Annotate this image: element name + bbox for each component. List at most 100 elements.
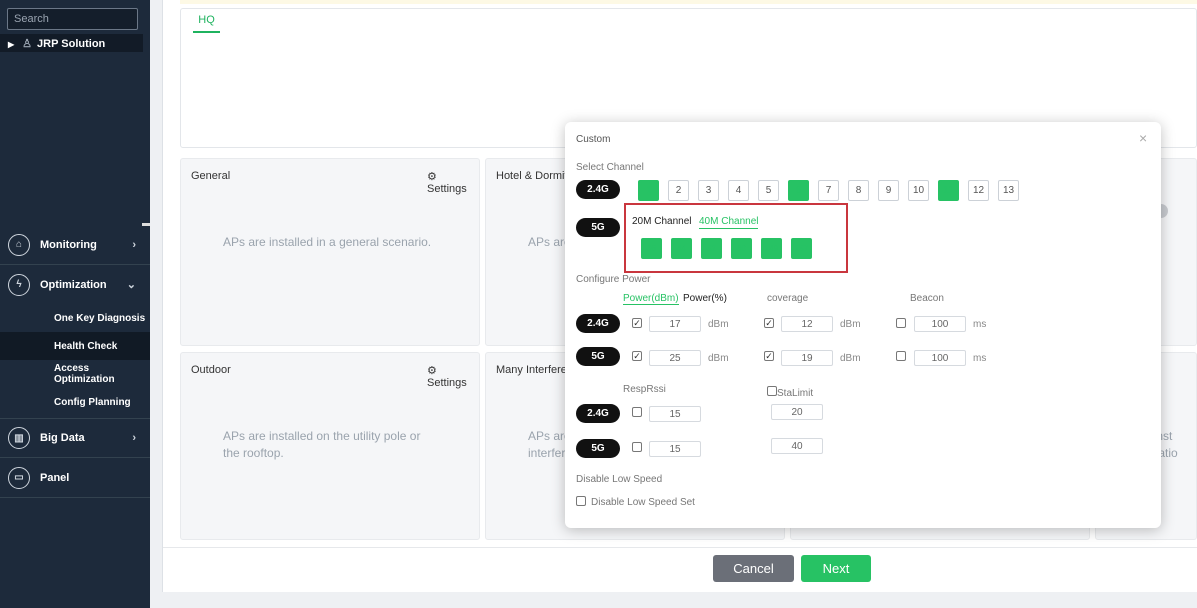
disable-low-speed-label: Disable Low Speed: [576, 474, 663, 485]
band-24g-badge: 2.4G: [576, 180, 620, 199]
channel-5g-157[interactable]: 157: [791, 238, 812, 259]
beacon-checkbox-24g[interactable]: [896, 318, 906, 328]
configure-power-label: Configure Power: [576, 274, 651, 285]
power-checkbox-5g[interactable]: ✓: [632, 351, 642, 361]
tree-label: JRP Solution: [37, 38, 106, 50]
nav-big-data[interactable]: ▥ Big Data ›: [0, 418, 150, 458]
next-button[interactable]: Next: [801, 555, 871, 582]
coverage-checkbox-24g[interactable]: ✓: [764, 318, 774, 328]
card-description: APs are installed on the utility pole or…: [223, 429, 421, 460]
nav-monitoring[interactable]: ⌂ Monitoring ›: [0, 225, 150, 265]
lightning-icon: ϟ: [8, 273, 30, 296]
power-input-24g[interactable]: 17: [649, 316, 701, 332]
chevron-right-icon: ›: [132, 432, 136, 444]
power-input-5g[interactable]: 25: [649, 350, 701, 366]
sta-limit-label: StaLimit: [777, 388, 814, 399]
home-icon: ⌂: [8, 233, 30, 256]
tree-item-jrp-solution[interactable]: ▶ ♙ JRP Solution: [0, 34, 143, 52]
sta-limit-input-24g[interactable]: 20: [771, 404, 823, 420]
band-5g-badge: 5G: [576, 347, 620, 366]
channel-5g-36[interactable]: 36: [641, 238, 662, 259]
custom-dialog: Custom × Select Channel 2.4G 1 2 3 4 5 6 7 8 9 10…: [565, 122, 1161, 528]
tab-hq[interactable]: HQ: [193, 14, 220, 33]
disable-low-speed-checkbox[interactable]: [576, 496, 586, 506]
sub-config-planning[interactable]: Config Planning: [0, 388, 150, 416]
coverage-input-24g[interactable]: 12: [781, 316, 833, 332]
channel-24g-5[interactable]: 5: [758, 180, 779, 201]
cancel-button[interactable]: Cancel: [713, 555, 794, 582]
channel-24g-1[interactable]: 1: [638, 180, 659, 201]
channel-24g-9[interactable]: 9: [878, 180, 899, 201]
channel-5g-149[interactable]: 149: [761, 238, 782, 259]
channel-5g-60[interactable]: 60: [731, 238, 752, 259]
coverage-input-5g[interactable]: 19: [781, 350, 833, 366]
channel-24g-8[interactable]: 8: [848, 180, 869, 201]
rssi-input-5g[interactable]: 15: [649, 441, 701, 457]
unit-dbm: dBm: [708, 353, 729, 364]
rssi-input-24g[interactable]: 15: [649, 406, 701, 422]
search-input[interactable]: Search: [7, 8, 138, 30]
chevron-down-icon: ⌄: [126, 279, 136, 291]
nav-optimization[interactable]: ϟ Optimization ⌄: [0, 265, 150, 305]
caret-right-icon[interactable]: ▶: [8, 40, 14, 49]
band-24g-badge: 2.4G: [576, 314, 620, 333]
sub-access-optimization[interactable]: Access Optimization: [0, 360, 150, 388]
close-icon[interactable]: ×: [1139, 130, 1147, 146]
dialog-title: Custom: [576, 134, 611, 145]
beacon-checkbox-5g[interactable]: [896, 351, 906, 361]
channel-list-24g: 1 2 3 4 5 6 7 8 9 10 11 12 13: [638, 180, 1019, 201]
chart-icon: ▥: [8, 427, 30, 449]
channel-24g-12[interactable]: 12: [968, 180, 989, 201]
sub-one-key-diagnosis[interactable]: One Key Diagnosis: [0, 304, 150, 332]
unit-dbm: dBm: [708, 319, 729, 330]
beacon-input-24g[interactable]: 100: [914, 316, 966, 332]
card-description: APs are installed in a general scenario.: [223, 235, 432, 249]
tab-40m-channel[interactable]: 40M Channel: [699, 216, 759, 229]
chevron-right-icon: ›: [132, 238, 136, 251]
channel-5g-44[interactable]: 44: [671, 238, 692, 259]
channel-24g-6[interactable]: 6: [788, 180, 809, 201]
channel-list-5g: 36 44 52 60 149 157: [641, 238, 812, 259]
coverage-checkbox-5g[interactable]: ✓: [764, 351, 774, 361]
band-5g-badge: 5G: [576, 439, 620, 458]
nav-panel[interactable]: ▭ Panel: [0, 458, 150, 498]
gear-icon: ⚙: [427, 171, 437, 183]
rssi-checkbox-5g[interactable]: [632, 442, 642, 452]
sta-limit-checkbox[interactable]: [767, 386, 777, 396]
tab-20m-channel[interactable]: 20M Channel: [632, 216, 691, 227]
nav-label: Monitoring: [40, 238, 97, 251]
beacon-input-5g[interactable]: 100: [914, 350, 966, 366]
settings-link[interactable]: ⚙ Settings: [427, 364, 479, 389]
scenario-card-general[interactable]: General ⚙ Settings APs are installed in …: [180, 158, 480, 346]
channel-24g-4[interactable]: 4: [728, 180, 749, 201]
scenario-card-outdoor[interactable]: Outdoor ⚙ Settings APs are installed on …: [180, 352, 480, 540]
gear-icon: ⚙: [427, 365, 437, 377]
rssi-checkbox-24g[interactable]: [632, 407, 642, 417]
nav-label: Optimization: [40, 278, 107, 291]
sta-limit-input-5g[interactable]: 40: [771, 438, 823, 454]
channel-24g-7[interactable]: 7: [818, 180, 839, 201]
power-checkbox-24g[interactable]: ✓: [632, 318, 642, 328]
unit-dbm: dBm: [840, 353, 861, 364]
channel-24g-13[interactable]: 13: [998, 180, 1019, 201]
unit-ms: ms: [973, 319, 987, 330]
beacon-label: Beacon: [910, 293, 944, 304]
channel-5g-52[interactable]: 52: [701, 238, 722, 259]
card-title: Outdoor: [191, 364, 231, 376]
tab-power-percent[interactable]: Power(%): [683, 293, 727, 304]
tab-power-dbm[interactable]: Power(dBm): [623, 293, 679, 305]
user-icon: ♙: [22, 38, 33, 50]
settings-label: Settings: [427, 183, 467, 195]
channel-24g-3[interactable]: 3: [698, 180, 719, 201]
card-title: General: [191, 170, 231, 182]
channel-24g-2[interactable]: 2: [668, 180, 689, 201]
sub-health-check[interactable]: Health Check: [0, 332, 150, 360]
nav-label: Big Data: [40, 432, 85, 444]
footer-divider: [163, 547, 1197, 548]
settings-link[interactable]: ⚙ Settings: [427, 170, 479, 195]
monitor-icon: ▭: [8, 466, 30, 489]
channel-24g-11[interactable]: 11: [938, 180, 959, 201]
resp-rssi-label: RespRssi: [623, 384, 666, 395]
channel-24g-10[interactable]: 10: [908, 180, 929, 201]
band-24g-badge: 2.4G: [576, 404, 620, 423]
